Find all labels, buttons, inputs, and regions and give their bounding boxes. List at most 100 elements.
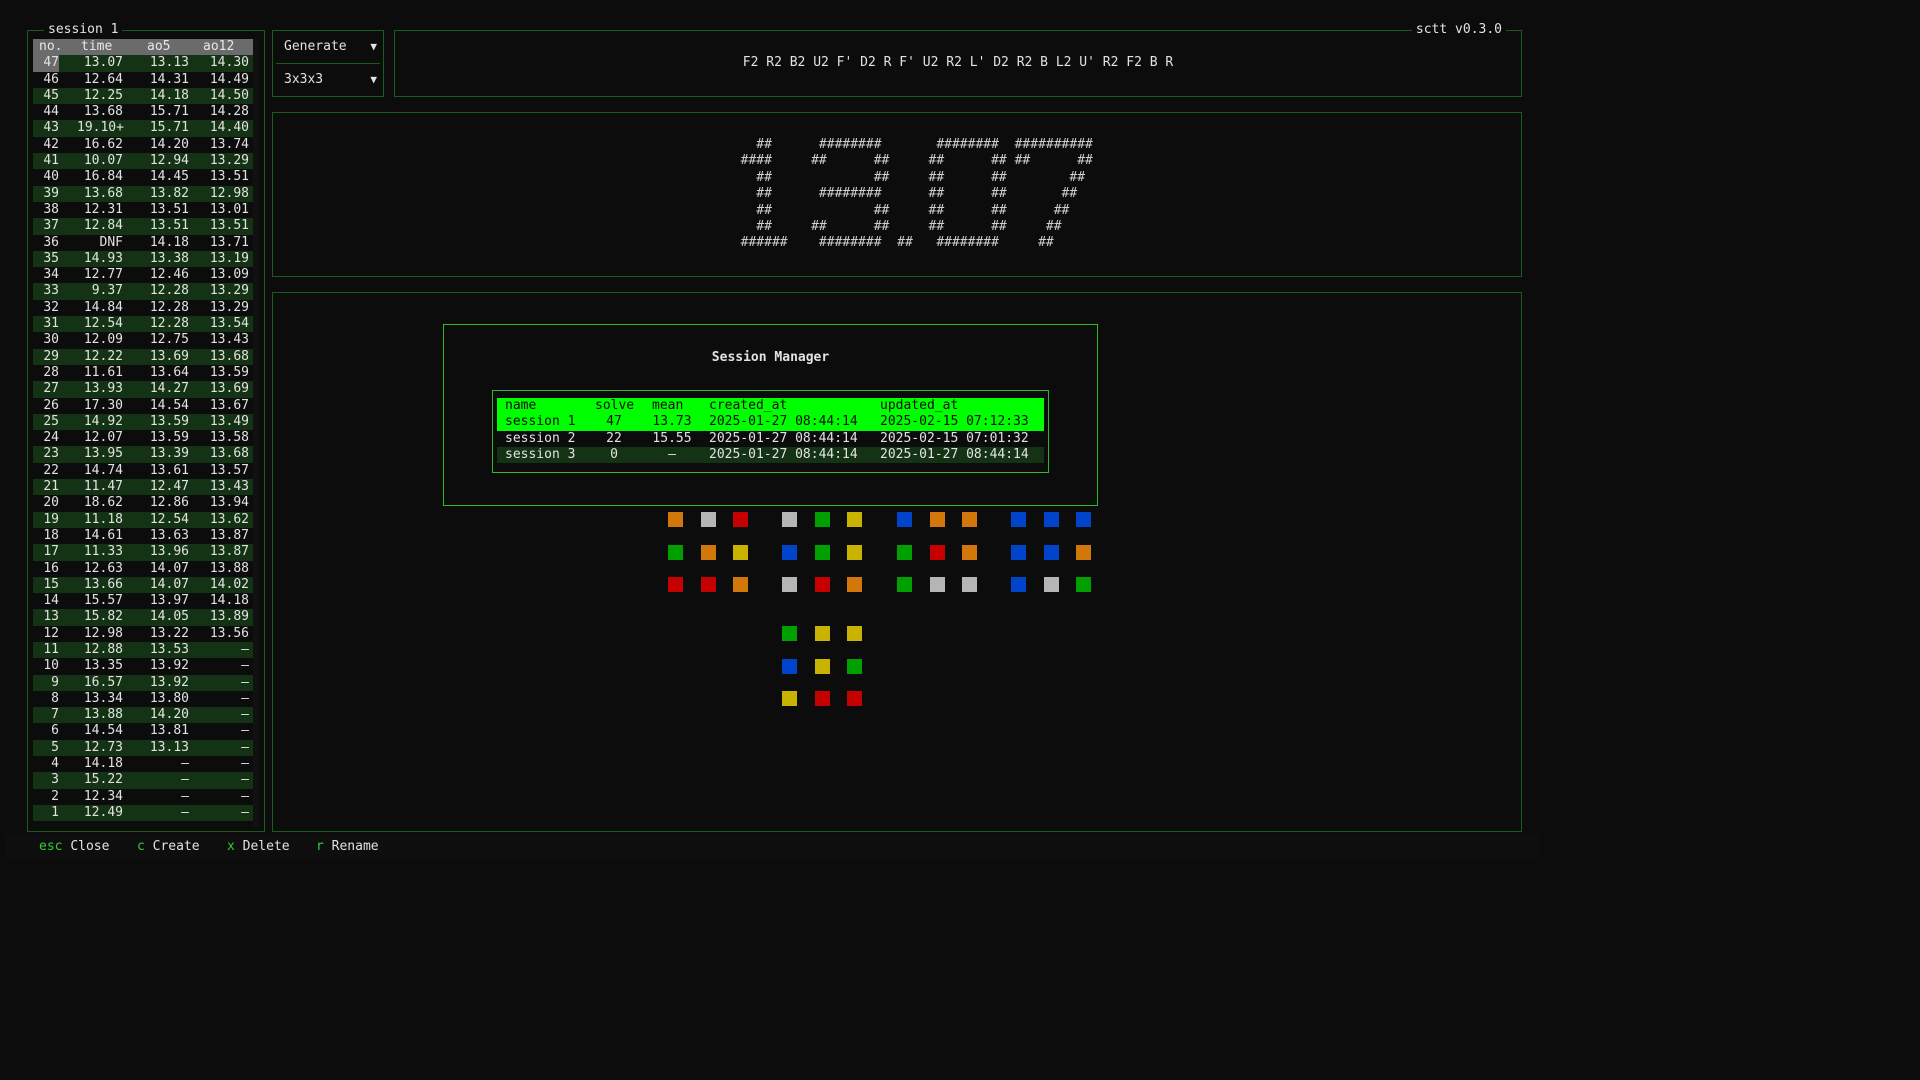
time-row[interactable]: 2 12.34 – – [33,789,253,805]
time-row[interactable]: 23 13.95 13.39 13.68 [33,446,253,463]
time-row[interactable]: 29 12.22 13.69 13.68 [33,348,253,365]
time-row[interactable]: 46 12.64 14.31 14.49 [33,72,253,88]
cube-sticker-right [929,577,945,593]
time-row[interactable]: 25 14.92 13.59 13.49 [33,413,253,431]
time-cell-ao5: 13.92 [149,674,189,690]
time-cell-no: 24 [43,430,59,446]
cube-sticker-back [1043,577,1059,593]
time-row[interactable]: 43 19.10+ 15.71 14.40 [33,120,253,137]
time-row[interactable]: 8 13.34 13.80 – [33,691,253,707]
time-row[interactable]: 24 12.07 13.59 13.58 [33,430,253,446]
time-cell-time: 13.66 [83,576,123,592]
time-row[interactable]: 31 12.54 12.28 13.54 [33,316,253,333]
time-cell-ao12: 14.40 [209,120,249,136]
session-cell-solve: 22 [606,430,622,446]
time-row[interactable]: 41 10.07 12.94 13.29 [33,153,253,170]
session-row[interactable]: session 2 22 15.55 2025-01-27 08:44:14 2025-… [497,431,1044,447]
time-row[interactable]: 15 13.66 14.07 14.02 [33,576,253,594]
time-row[interactable]: 13 15.82 14.05 13.89 [33,609,253,626]
mode-dropdown[interactable]: Generate ▼ [273,31,383,63]
time-cell-ao5: 14.07 [149,560,189,576]
time-cell-no: 20 [43,495,59,511]
time-cell-time: 12.98 [83,625,123,641]
cube-sticker-right [962,512,978,527]
time-cell-no: 41 [43,153,59,169]
time-cell-no: 9 [51,674,59,690]
time-cell-time: 15.57 [83,593,123,609]
time-cell-no: 37 [43,218,59,234]
keybinding-footer: esc Close c Create x Delete r Rename [6,834,1540,858]
time-cell-ao5: 13.51 [149,218,189,234]
time-row[interactable]: 47 13.07 13.13 14.30 [33,55,253,72]
time-row[interactable]: 14 15.57 13.97 14.18 [33,593,253,609]
puzzle-dropdown[interactable]: 3x3x3 ▼ [273,64,383,96]
time-row[interactable]: 44 13.68 15.71 14.28 [33,104,253,120]
time-row[interactable]: 9 16.57 13.92 – [33,674,253,691]
time-row[interactable]: 40 16.84 14.45 13.51 [33,169,253,185]
shortcut-key: esc [39,839,63,854]
time-row[interactable]: 6 14.54 13.81 – [33,723,253,739]
time-row[interactable]: 11 12.88 13.53 – [33,641,253,659]
time-row[interactable]: 26 17.30 14.54 13.67 [33,398,253,414]
time-row[interactable]: 1 12.49 – – [33,804,253,822]
time-row[interactable]: 19 11.18 12.54 13.62 [33,511,253,528]
time-cell-ao12: 13.74 [209,136,249,152]
time-row[interactable]: 27 13.93 14.27 13.69 [33,381,253,398]
time-row[interactable]: 33 9.37 12.28 13.29 [33,283,253,300]
time-row[interactable]: 34 12.77 12.46 13.09 [33,267,253,283]
time-row[interactable]: 7 13.88 14.20 – [33,707,253,724]
time-row[interactable]: 10 13.35 13.92 – [33,658,253,674]
shortcut-label: Close [70,839,110,854]
time-row[interactable]: 38 12.31 13.51 13.01 [33,202,253,218]
time-cell-ao12: 13.43 [209,479,249,495]
cube-sticker-down [847,626,863,641]
time-cell-time: 12.54 [83,316,123,332]
cube-sticker-back [1011,512,1026,527]
time-cell-ao12: – [241,707,249,723]
time-row[interactable]: 5 12.73 13.13 – [33,739,253,757]
footer-shortcut-delete[interactable]: x Delete [227,839,290,854]
time-row[interactable]: 45 12.25 14.18 14.50 [33,87,253,105]
time-cell-ao12: 14.02 [209,576,249,592]
footer-shortcut-rename[interactable]: r Rename [316,839,379,854]
time-row[interactable]: 36 DNF 14.18 13.71 [33,235,253,251]
footer-shortcut-close[interactable]: esc Close [39,839,109,854]
time-row[interactable]: 39 13.68 13.82 12.98 [33,185,253,202]
time-cell-no: 46 [43,71,59,87]
time-cell-no: 26 [43,397,59,413]
footer-shortcut-create[interactable]: c Create [137,839,200,854]
session-cell-updated-at: 2025-02-15 07:01:32 [880,430,1029,446]
sessions-table-header: name solve mean created_at updated_at [497,398,1044,415]
cube-sticker-right [929,512,945,527]
session-row[interactable]: session 3 0 – 2025-01-27 08:44:14 2025-01-27… [497,446,1044,464]
session-cell-created-at: 2025-01-27 08:44:14 [709,414,858,430]
session-cell-created-at: 2025-01-27 08:44:14 [709,446,858,462]
time-row[interactable]: 18 14.61 13.63 13.87 [33,528,253,544]
time-row[interactable]: 28 11.61 13.64 13.59 [33,365,253,381]
time-cell-ao5: 13.59 [149,413,189,429]
time-cell-ao12: 13.51 [209,218,249,234]
cube-sticker-front [814,544,830,560]
time-cell-ao5: 13.92 [149,658,189,674]
cube-sticker-right [962,544,978,560]
time-row[interactable]: 21 11.47 12.47 13.43 [33,479,253,496]
time-cell-ao12: 13.29 [209,153,249,169]
time-row[interactable]: 20 18.62 12.86 13.94 [33,495,253,511]
time-cell-ao12: 13.01 [209,201,249,217]
time-row[interactable]: 17 11.33 13.96 13.87 [33,544,253,561]
time-row[interactable]: 4 14.18 – – [33,756,253,772]
time-cell-ao5: 12.46 [149,267,189,283]
time-row[interactable]: 42 16.62 14.20 13.74 [33,137,253,153]
time-row[interactable]: 30 12.09 12.75 13.43 [33,332,253,348]
time-row[interactable]: 3 15.22 – – [33,772,253,789]
times-scrollbar[interactable] [253,39,259,827]
time-row[interactable]: 32 14.84 12.28 13.29 [33,300,253,316]
time-row[interactable]: 35 14.93 13.38 13.19 [33,250,253,268]
shortcut-key: r [316,839,324,854]
time-row[interactable]: 12 12.98 13.22 13.56 [33,626,253,642]
time-row[interactable]: 22 14.74 13.61 13.57 [33,463,253,479]
time-row[interactable]: 37 12.84 13.51 13.51 [33,218,253,235]
session-row[interactable]: session 1 47 13.73 2025-01-27 08:44:14 2025-… [497,414,1044,431]
time-cell-ao5: 14.31 [149,71,189,87]
time-row[interactable]: 16 12.63 14.07 13.88 [33,561,253,577]
